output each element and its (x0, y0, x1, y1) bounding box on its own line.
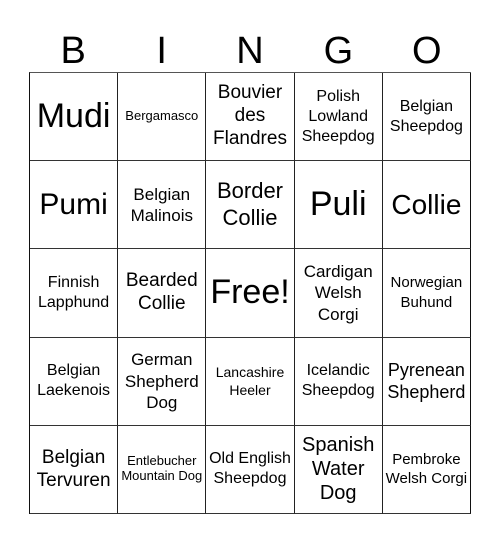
header-letter-g: G (323, 30, 354, 72)
bingo-cell[interactable]: Spanish Water Dog (294, 425, 383, 514)
cell-label: Bouvier des Flandres (213, 82, 287, 149)
cell-label: Spanish Water Dog (302, 434, 375, 505)
cell-label: Bearded Collie (125, 270, 198, 314)
bingo-cell[interactable]: Lancashire Heeler (206, 337, 295, 426)
bingo-cell[interactable]: Belgian Sheepdog (382, 73, 471, 162)
bingo-cell[interactable]: Belgian Laekenois (30, 337, 119, 426)
bingo-cell[interactable]: Collie (382, 161, 471, 250)
bingo-header: B I N G O (29, 30, 471, 72)
bingo-cell[interactable]: Bouvier des Flandres (206, 73, 295, 162)
cell-label: Entlebucher Mountain Dog (121, 453, 203, 484)
bingo-cell[interactable]: Border Collie (206, 161, 295, 250)
bingo-cell[interactable]: German Shepherd Dog (118, 337, 207, 426)
cell-label: Collie (391, 188, 462, 220)
cell-label: Pumi (39, 187, 108, 221)
cell-label: Belgian Malinois (130, 184, 193, 225)
header-letter-o: O (412, 30, 442, 72)
bingo-cell[interactable]: Bearded Collie (118, 249, 207, 338)
free-space-label: Free! (210, 273, 290, 312)
cell-label: Bergamasco (125, 108, 199, 124)
bingo-cell[interactable]: Belgian Tervuren (30, 425, 119, 514)
bingo-board: Mudi Bergamasco Bouvier des Flandres Pol… (29, 72, 471, 514)
bingo-cell[interactable]: Belgian Malinois (118, 161, 207, 250)
cell-label: Puli (309, 185, 367, 224)
cell-label: German Shepherd Dog (124, 350, 199, 412)
bingo-cell[interactable]: Pyrenean Shepherd (382, 337, 471, 426)
cell-label: Old English Sheepdog (209, 450, 291, 488)
cell-label: Finnish Lapphund (38, 273, 110, 311)
cell-label: Polish Lowland Sheepdog (301, 87, 375, 145)
bingo-cell[interactable]: Puli (294, 161, 383, 250)
header-letter-i: I (156, 30, 167, 72)
bingo-cell[interactable]: Bergamasco (118, 73, 207, 162)
bingo-cell[interactable]: Finnish Lapphund (30, 249, 119, 338)
cell-label: Norwegian Buhund (390, 274, 463, 311)
cell-label: Cardigan Welsh Corgi (303, 262, 373, 324)
cell-label: Mudi (36, 97, 111, 136)
cell-label: Belgian Tervuren (36, 446, 111, 492)
cell-label: Belgian Laekenois (37, 362, 111, 400)
bingo-cell[interactable]: Polish Lowland Sheepdog (294, 73, 383, 162)
cell-label: Icelandic Sheepdog (301, 362, 375, 400)
cell-label: Pembroke Welsh Corgi (385, 450, 468, 488)
cell-label: Belgian Sheepdog (389, 97, 463, 135)
header-letter-n: N (236, 30, 264, 72)
bingo-cell[interactable]: Old English Sheepdog (206, 425, 295, 514)
cell-label: Pyrenean Shepherd (387, 359, 466, 403)
bingo-cell[interactable]: Icelandic Sheepdog (294, 337, 383, 426)
bingo-cell[interactable]: Pumi (30, 161, 119, 250)
bingo-cell[interactable]: Cardigan Welsh Corgi (294, 249, 383, 338)
header-letter-b: B (60, 30, 86, 72)
bingo-cell[interactable]: Mudi (30, 73, 119, 162)
bingo-cell[interactable]: Pembroke Welsh Corgi (382, 425, 471, 514)
bingo-cell[interactable]: Entlebucher Mountain Dog (118, 425, 207, 514)
cell-label: Lancashire Heeler (215, 364, 285, 399)
free-space-cell[interactable]: Free! (206, 249, 295, 338)
bingo-cell[interactable]: Norwegian Buhund (382, 249, 471, 338)
cell-label: Border Collie (216, 178, 284, 230)
